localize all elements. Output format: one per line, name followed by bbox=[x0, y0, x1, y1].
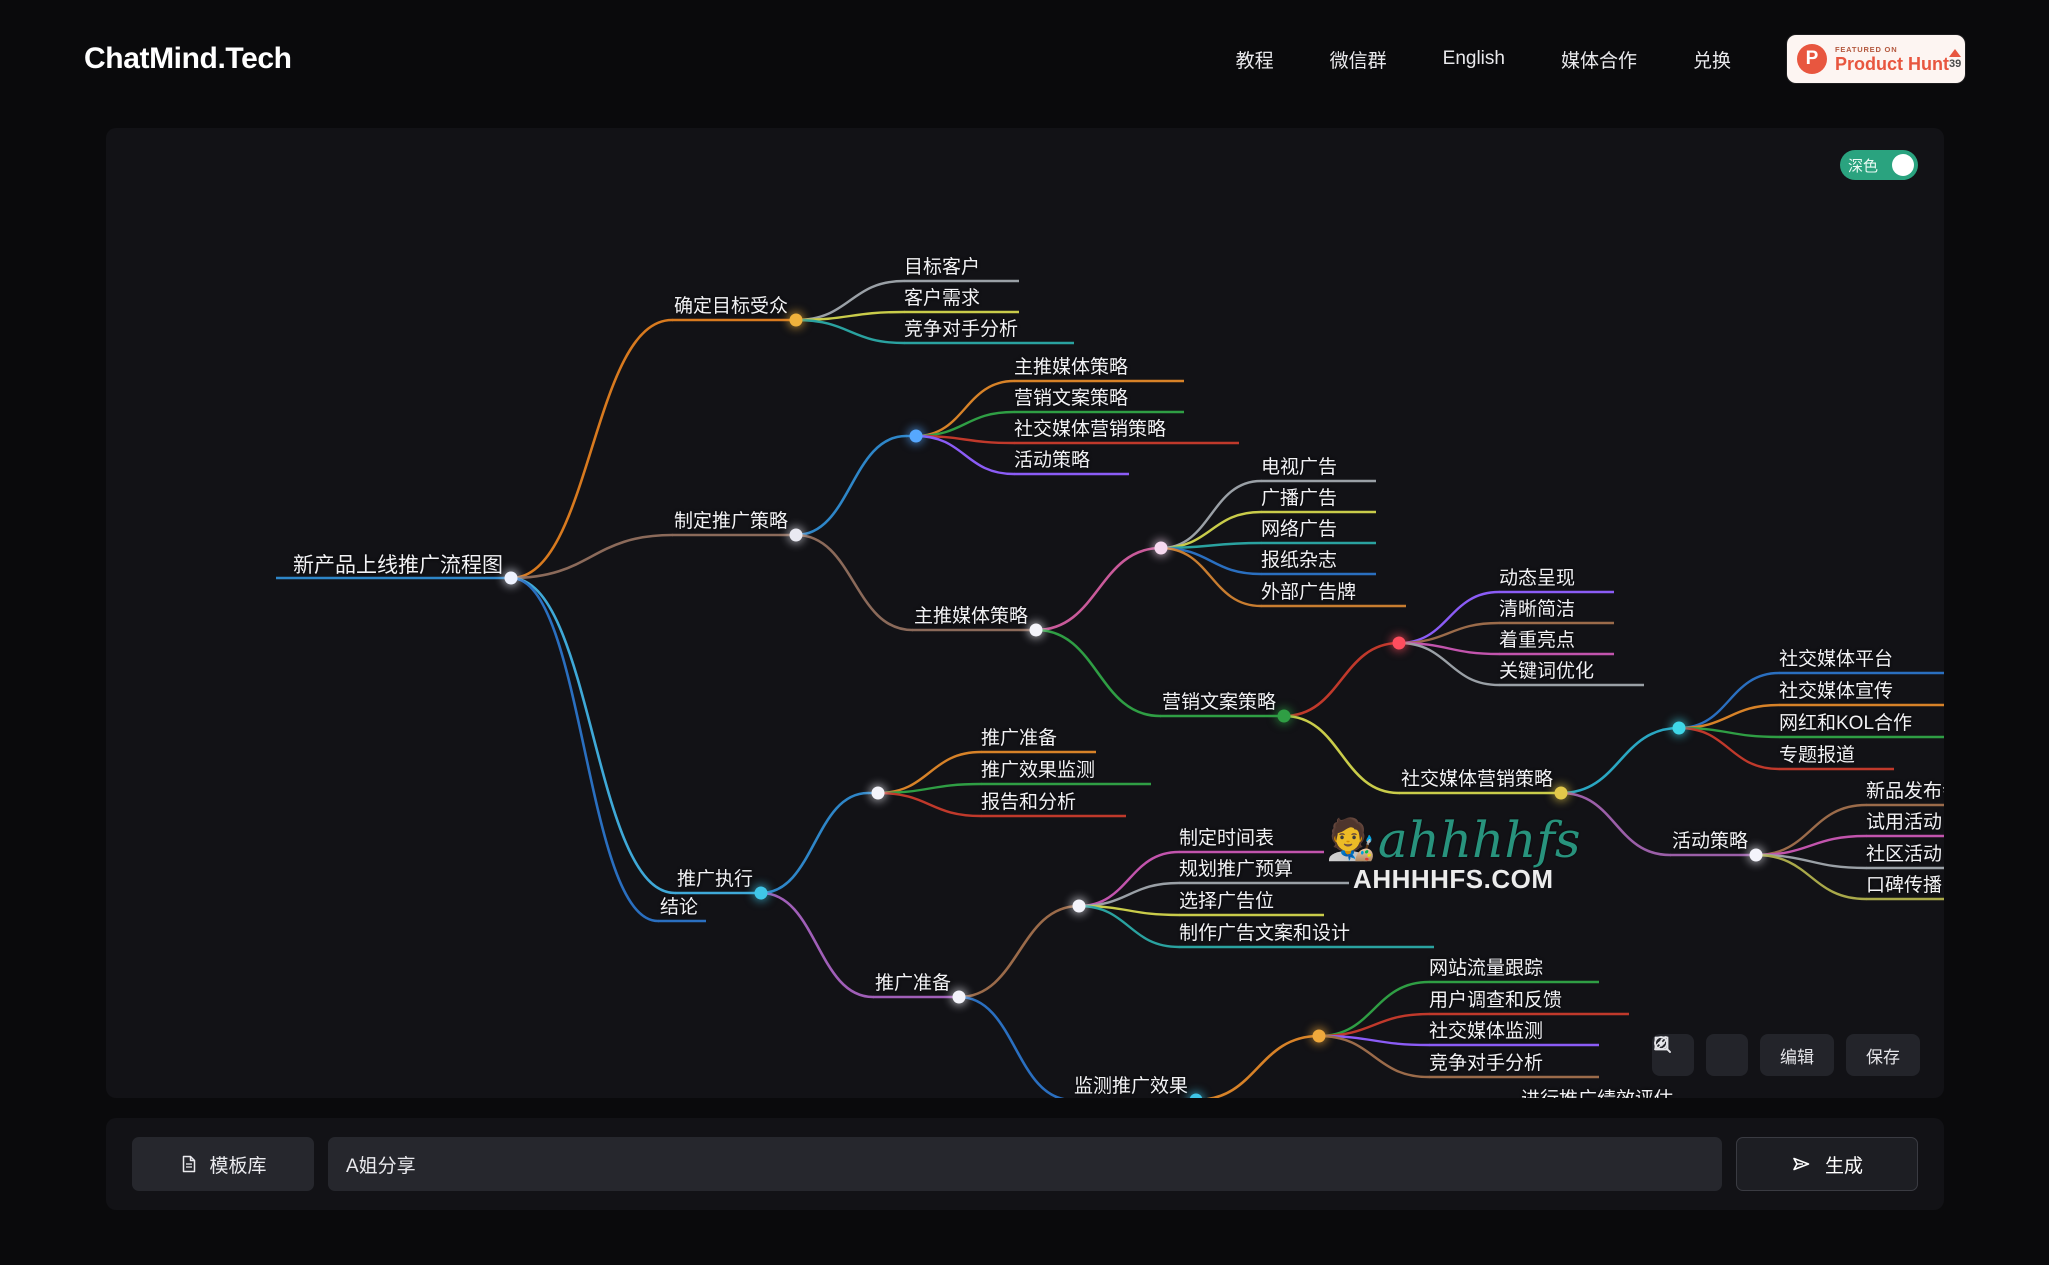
nav-item-wechat-group[interactable]: 微信群 bbox=[1302, 46, 1415, 73]
mindmap-node-dot[interactable] bbox=[754, 886, 768, 900]
mindmap-node-label[interactable]: 社交媒体监测 bbox=[1429, 1021, 1543, 1043]
nav-item-media-cooperation[interactable]: 媒体合作 bbox=[1533, 46, 1665, 73]
mindmap-node-label[interactable]: 电视广告 bbox=[1261, 457, 1337, 479]
dark-mode-toggle[interactable]: 深色 bbox=[1840, 150, 1918, 180]
mindmap-node-dot[interactable] bbox=[1312, 1029, 1326, 1043]
canvas-toolbar: 编辑 保存 bbox=[1652, 1034, 1920, 1076]
mindmap-node-label[interactable]: 确定目标受众 bbox=[674, 296, 788, 318]
edit-button-label: 编辑 bbox=[1780, 1047, 1814, 1067]
mindmap-node-label[interactable]: 网红和KOL合作 bbox=[1779, 713, 1912, 735]
brand-logo[interactable]: ChatMind.Tech bbox=[84, 42, 292, 76]
mindmap-node-label[interactable]: 报告和分析 bbox=[981, 792, 1076, 814]
mindmap-node-label[interactable]: 推广执行 bbox=[677, 869, 753, 891]
mindmap-node-label[interactable]: 社交媒体营销策略 bbox=[1401, 769, 1553, 791]
mindmap-node-label[interactable]: 竞争对手分析 bbox=[904, 319, 1018, 341]
mindmap-node-label[interactable]: 推广效果监测 bbox=[981, 760, 1095, 782]
nav-item-tutorial[interactable]: 教程 bbox=[1208, 46, 1302, 73]
app-header: ChatMind.Tech 教程 微信群 English 媒体合作 兑换 P F… bbox=[0, 0, 2049, 118]
mindmap-node-label[interactable]: 活动策略 bbox=[1672, 831, 1748, 853]
mindmap-node-label[interactable]: 报纸杂志 bbox=[1261, 550, 1337, 572]
mindmap-node-label[interactable]: 社区活动 bbox=[1866, 844, 1942, 866]
mindmap-node-label[interactable]: 动态呈现 bbox=[1499, 568, 1575, 590]
mindmap-node-dot[interactable] bbox=[952, 990, 966, 1004]
mindmap-node-label[interactable]: 社交媒体平台 bbox=[1779, 649, 1893, 671]
mindmap-canvas[interactable]: 新产品上线推广流程图 确定目标受众 目标客户 客户需求 竞争对手分析 制定推广策略 主推媒体… bbox=[106, 128, 1944, 1098]
mindmap-node-dot[interactable] bbox=[871, 786, 885, 800]
app-root: ChatMind.Tech 教程 微信群 English 媒体合作 兑换 P F… bbox=[0, 0, 2049, 1265]
mindmap-node-dot[interactable] bbox=[789, 528, 803, 542]
mindmap-node-label[interactable]: 结论 bbox=[660, 897, 698, 919]
template-library-button[interactable]: 模板库 bbox=[132, 1137, 314, 1191]
toggle-knob bbox=[1892, 154, 1914, 176]
mindmap-node-label[interactable]: 规划推广预算 bbox=[1179, 859, 1293, 881]
mindmap-node-label[interactable]: 制定推广策略 bbox=[674, 511, 788, 533]
mindmap-node-dot[interactable] bbox=[1072, 899, 1086, 913]
mindmap-node-label[interactable]: 监测推广效果 bbox=[1074, 1076, 1188, 1098]
mindmap-node-dot[interactable] bbox=[1554, 786, 1568, 800]
mindmap-node-dot[interactable] bbox=[1749, 848, 1763, 862]
mindmap-node-label[interactable]: 营销文案策略 bbox=[1014, 388, 1128, 410]
nav-item-english[interactable]: English bbox=[1415, 48, 1533, 70]
mindmap-node-label[interactable]: 广播广告 bbox=[1261, 488, 1337, 510]
mindmap-node-label[interactable]: 清晰简洁 bbox=[1499, 599, 1575, 621]
mindmap-node-label[interactable]: 进行推广绩效评估 bbox=[1521, 1089, 1673, 1098]
download-save-icon bbox=[1654, 1036, 1669, 1051]
mindmap-node-label[interactable]: 专题报道 bbox=[1779, 745, 1855, 767]
mindmap-node-label[interactable]: 新品发布会 bbox=[1866, 781, 1944, 803]
product-hunt-texts: FEATURED ON Product Hunt bbox=[1835, 45, 1949, 74]
upvote-triangle-icon bbox=[1949, 48, 1962, 57]
mindmap-node-dot[interactable] bbox=[1154, 541, 1168, 555]
template-library-label: 模板库 bbox=[209, 1155, 267, 1177]
mindmap-node-label[interactable]: 选择广告位 bbox=[1179, 891, 1274, 913]
mindmap-node-label[interactable]: 制作广告文案和设计 bbox=[1179, 923, 1350, 945]
mindmap-node-label[interactable]: 推广准备 bbox=[875, 973, 951, 995]
mindmap-node-label[interactable]: 试用活动 bbox=[1866, 812, 1942, 834]
product-hunt-count: 39 bbox=[1949, 57, 1962, 70]
main-nav: 教程 微信群 English 媒体合作 兑换 P FEATURED ON Pro… bbox=[1208, 35, 1965, 83]
mindmap-node-dot[interactable] bbox=[1277, 709, 1291, 723]
mindmap-node-label[interactable]: 网络广告 bbox=[1261, 519, 1337, 541]
mindmap-node-label[interactable]: 网站流量跟踪 bbox=[1429, 958, 1543, 980]
mindmap-node-label[interactable]: 营销文案策略 bbox=[1162, 692, 1276, 714]
product-hunt-subtitle: FEATURED ON bbox=[1835, 44, 1898, 54]
mindmap-node-dot[interactable] bbox=[1392, 636, 1406, 650]
generate-button[interactable]: 生成 bbox=[1736, 1137, 1918, 1191]
mindmap-node-dot[interactable] bbox=[789, 313, 803, 327]
product-hunt-badge[interactable]: P FEATURED ON Product Hunt 39 bbox=[1787, 35, 1965, 83]
document-icon bbox=[183, 1155, 196, 1173]
save-button-label: 保存 bbox=[1866, 1047, 1900, 1067]
mindmap-node-label[interactable]: 客户需求 bbox=[904, 288, 980, 310]
mindmap-node-label[interactable]: 推广准备 bbox=[981, 728, 1057, 750]
dark-mode-label: 深色 bbox=[1848, 157, 1879, 175]
mindmap-node-dot[interactable] bbox=[1672, 721, 1686, 735]
nav-item-redeem[interactable]: 兑换 bbox=[1665, 46, 1759, 73]
mindmap-node-label[interactable]: 口碑传播 bbox=[1866, 875, 1942, 897]
product-hunt-title: Product Hunt bbox=[1835, 53, 1949, 74]
mindmap-node-label[interactable]: 主推媒体策略 bbox=[914, 606, 1028, 628]
product-hunt-upvotes: 39 bbox=[1949, 48, 1962, 70]
generate-button-label: 生成 bbox=[1824, 1155, 1863, 1177]
mindmap-node-label[interactable]: 关键词优化 bbox=[1499, 661, 1594, 683]
mindmap-node-label[interactable]: 活动策略 bbox=[1014, 450, 1090, 472]
product-hunt-logo-icon: P bbox=[1797, 44, 1827, 74]
mindmap-root-label[interactable]: 新产品上线推广流程图 bbox=[293, 555, 503, 577]
prompt-bar: 模板库 生成 bbox=[106, 1118, 1944, 1210]
mindmap-node-dot[interactable] bbox=[504, 571, 518, 585]
mindmap-node-dot[interactable] bbox=[1029, 623, 1043, 637]
mindmap-node-label[interactable]: 社交媒体营销策略 bbox=[1014, 419, 1166, 441]
save-button[interactable]: 保存 bbox=[1654, 1034, 1920, 1076]
mindmap-node-label[interactable]: 着重亮点 bbox=[1499, 630, 1575, 652]
mindmap-node-label[interactable]: 竞争对手分析 bbox=[1429, 1053, 1543, 1075]
zoom-out-button[interactable] bbox=[1654, 1034, 1748, 1076]
mindmap-node-label[interactable]: 社交媒体宣传 bbox=[1779, 681, 1893, 703]
prompt-input[interactable] bbox=[328, 1137, 1722, 1191]
edit-button[interactable]: 编辑 bbox=[1654, 1034, 1834, 1076]
mindmap-node-label[interactable]: 外部广告牌 bbox=[1261, 582, 1356, 604]
mindmap-node-label[interactable]: 目标客户 bbox=[904, 257, 980, 279]
mindmap-node-dot[interactable] bbox=[909, 429, 923, 443]
mindmap-node-label[interactable]: 制定时间表 bbox=[1179, 828, 1274, 850]
mindmap-node-label[interactable]: 用户调查和反馈 bbox=[1429, 990, 1562, 1012]
mindmap-node-label[interactable]: 主推媒体策略 bbox=[1014, 357, 1128, 379]
send-icon bbox=[1793, 1157, 1810, 1171]
